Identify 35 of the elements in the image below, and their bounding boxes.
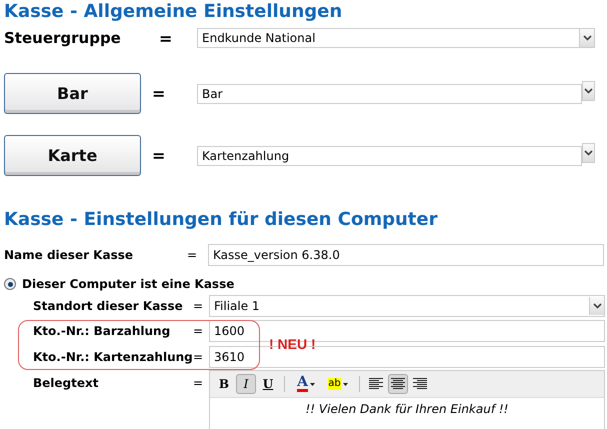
equals-sign: =: [193, 299, 204, 313]
name-field[interactable]: Kasse_version 6.38.0: [208, 244, 604, 266]
tax-group-label: Steuergruppe: [4, 29, 122, 47]
equals-sign: =: [193, 350, 204, 364]
payment-button[interactable]: Karte: [4, 135, 141, 176]
payment-dropdown[interactable]: Kartenzahlung: [197, 146, 582, 166]
underline-button[interactable]: U: [258, 374, 278, 394]
field-label: Kto.-Nr.: Kartenzahlung: [33, 350, 193, 364]
equals-sign: =: [159, 28, 174, 48]
caret-icon: [342, 382, 348, 386]
equals-sign: =: [193, 324, 204, 338]
section-title: Kasse - Einstellungen für diesen Computer: [4, 208, 438, 232]
equals-sign: =: [152, 84, 166, 103]
font-color-button[interactable]: A: [291, 374, 321, 394]
field-label: Standort dieser Kasse: [33, 299, 184, 313]
receipt-text: !! Vielen Dank für Ihren Einkauf !!: [305, 402, 508, 416]
text-editor[interactable]: B I U A ab !! Vielen Dank für Ihren Einkauf !!: [209, 370, 605, 429]
field-label: Belegtext: [33, 376, 100, 390]
radio-label: Dieser Computer ist eine Kasse: [22, 277, 234, 291]
caret-icon: [310, 382, 315, 386]
location-dropdown[interactable]: Filiale 1: [209, 295, 605, 317]
section-title: Kasse - Allgemeine Einstellungen: [4, 0, 344, 24]
highlight-button[interactable]: ab: [323, 374, 353, 394]
payment-button[interactable]: Bar: [4, 73, 141, 114]
payment-dropdown[interactable]: Bar: [197, 84, 582, 104]
bold-button[interactable]: B: [214, 374, 234, 394]
radio-button[interactable]: [4, 278, 16, 290]
equals-sign: =: [187, 248, 198, 262]
italic-button[interactable]: I: [236, 374, 256, 394]
field-label: Name dieser Kasse: [4, 248, 134, 262]
equals-sign: =: [152, 146, 166, 165]
tax-group-dropdown[interactable]: Endkunde National: [197, 28, 595, 48]
equals-sign: =: [193, 376, 204, 390]
align-center-icon[interactable]: [388, 374, 408, 394]
field-label: Kto.-Nr.: Barzahlung: [33, 324, 172, 338]
